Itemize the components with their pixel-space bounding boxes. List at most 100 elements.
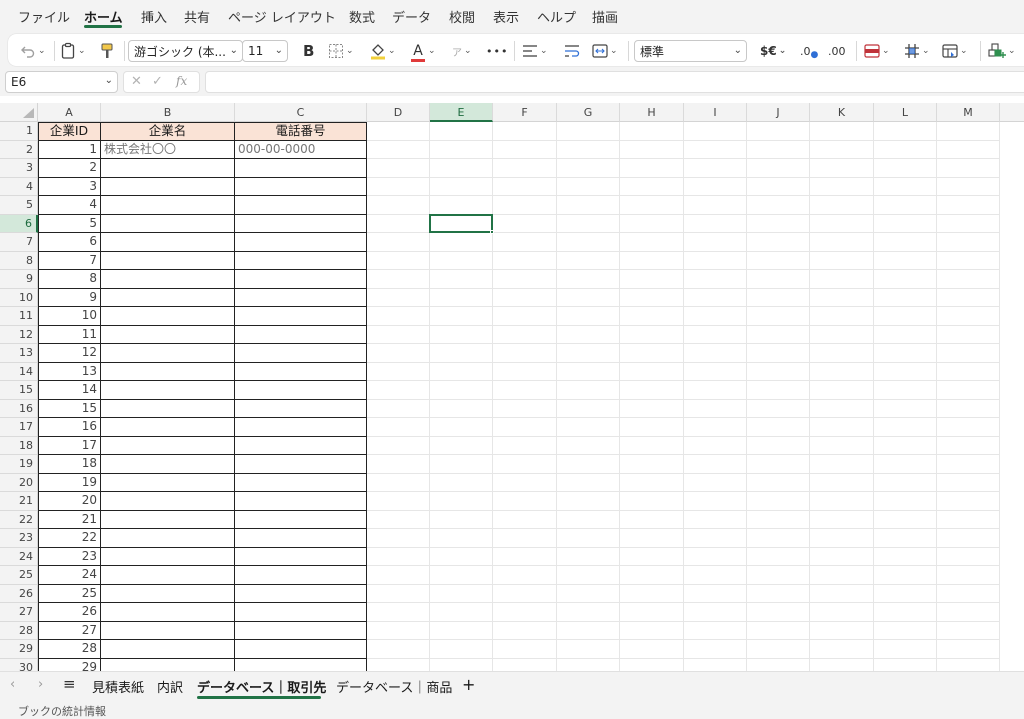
row-header[interactable]: 4 <box>0 177 38 196</box>
cell-h14[interactable] <box>620 362 684 381</box>
cell-d10[interactable] <box>367 288 430 307</box>
cell-a21[interactable]: 20 <box>38 492 101 511</box>
cell-k12[interactable] <box>810 325 874 344</box>
cell-l24[interactable] <box>874 547 937 566</box>
cell-e26[interactable] <box>430 584 493 603</box>
cell-h12[interactable] <box>620 325 684 344</box>
cell-g20[interactable] <box>557 473 620 492</box>
cell-h7[interactable] <box>620 233 684 252</box>
cell-f6[interactable] <box>493 214 557 233</box>
row-header[interactable]: 20 <box>0 473 38 492</box>
cell-e24[interactable] <box>430 547 493 566</box>
add-sheet-icon[interactable]: + <box>462 675 475 694</box>
cell-f30[interactable] <box>493 658 557 671</box>
format-painter-button[interactable] <box>100 41 114 61</box>
cell-f25[interactable] <box>493 566 557 585</box>
workbook-statistics[interactable]: ブックの統計情報 <box>18 703 106 719</box>
cell-d7[interactable] <box>367 233 430 252</box>
cell-i9[interactable] <box>684 270 747 289</box>
cell-k15[interactable] <box>810 381 874 400</box>
cell-e1[interactable] <box>430 122 493 141</box>
next-sheet-icon[interactable]: › <box>38 677 43 692</box>
cell-h27[interactable] <box>620 603 684 622</box>
cell-l28[interactable] <box>874 621 937 640</box>
cell-i25[interactable] <box>684 566 747 585</box>
cell-j8[interactable] <box>747 251 810 270</box>
cell-l25[interactable] <box>874 566 937 585</box>
row-header[interactable]: 2 <box>0 140 38 159</box>
cell-i16[interactable] <box>684 399 747 418</box>
row-header[interactable]: 11 <box>0 307 38 326</box>
cell-m20[interactable] <box>937 473 1000 492</box>
menu-tab-8[interactable]: 表示 <box>493 7 519 26</box>
cell-j20[interactable] <box>747 473 810 492</box>
cell-a5[interactable]: 4 <box>38 196 101 215</box>
cell-h24[interactable] <box>620 547 684 566</box>
cell-c15[interactable] <box>235 381 367 400</box>
cell-k4[interactable] <box>810 177 874 196</box>
cell-styles-button[interactable]: ⌄ <box>942 41 968 61</box>
cell-c24[interactable] <box>235 547 367 566</box>
cell-b14[interactable] <box>101 362 235 381</box>
cell-k22[interactable] <box>810 510 874 529</box>
cell-d30[interactable] <box>367 658 430 671</box>
cell-a28[interactable]: 27 <box>38 621 101 640</box>
cell-k30[interactable] <box>810 658 874 671</box>
cell-j9[interactable] <box>747 270 810 289</box>
menu-tab-10[interactable]: 描画 <box>592 7 618 26</box>
cell-h8[interactable] <box>620 251 684 270</box>
cell-j2[interactable] <box>747 140 810 159</box>
cell-d24[interactable] <box>367 547 430 566</box>
cell-j28[interactable] <box>747 621 810 640</box>
cell-c27[interactable] <box>235 603 367 622</box>
cell-e22[interactable] <box>430 510 493 529</box>
cell-a25[interactable]: 24 <box>38 566 101 585</box>
cell-h16[interactable] <box>620 399 684 418</box>
cell-g19[interactable] <box>557 455 620 474</box>
cell-l12[interactable] <box>874 325 937 344</box>
cell-c29[interactable] <box>235 640 367 659</box>
cell-a20[interactable]: 19 <box>38 473 101 492</box>
cell-d2[interactable] <box>367 140 430 159</box>
cell-e29[interactable] <box>430 640 493 659</box>
borders-button[interactable]: ⌄ <box>328 41 354 61</box>
cell-l27[interactable] <box>874 603 937 622</box>
cell-g16[interactable] <box>557 399 620 418</box>
cell-k24[interactable] <box>810 547 874 566</box>
currency-format-button[interactable]: $€ ⌄ <box>760 41 786 61</box>
menu-tab-3[interactable]: 共有 <box>184 7 210 26</box>
cell-d12[interactable] <box>367 325 430 344</box>
row-header[interactable]: 6 <box>0 214 38 233</box>
cell-h22[interactable] <box>620 510 684 529</box>
cell-f23[interactable] <box>493 529 557 548</box>
cell-b24[interactable] <box>101 547 235 566</box>
cell-l14[interactable] <box>874 362 937 381</box>
menu-tab-5[interactable]: 数式 <box>349 7 375 26</box>
cell-a23[interactable]: 22 <box>38 529 101 548</box>
cell-f15[interactable] <box>493 381 557 400</box>
cell-i15[interactable] <box>684 381 747 400</box>
cell-a16[interactable]: 15 <box>38 399 101 418</box>
font-name-dropdown[interactable]: 游ゴシック (本... ⌄ <box>128 40 243 62</box>
row-header[interactable]: 5 <box>0 196 38 215</box>
cell-j19[interactable] <box>747 455 810 474</box>
cell-k5[interactable] <box>810 196 874 215</box>
cell-h4[interactable] <box>620 177 684 196</box>
sheet-tab-database-products[interactable]: データベース｜商品 <box>336 677 452 696</box>
column-header-l[interactable]: L <box>874 103 937 122</box>
row-header[interactable]: 14 <box>0 362 38 381</box>
cell-h28[interactable] <box>620 621 684 640</box>
insert-function-icon[interactable]: fx <box>176 74 187 88</box>
cell-c21[interactable] <box>235 492 367 511</box>
decrease-decimal-button[interactable]: .00 <box>828 41 846 61</box>
cell-g17[interactable] <box>557 418 620 437</box>
cell-m16[interactable] <box>937 399 1000 418</box>
cell-k16[interactable] <box>810 399 874 418</box>
cell-k2[interactable] <box>810 140 874 159</box>
cell-l7[interactable] <box>874 233 937 252</box>
cell-d11[interactable] <box>367 307 430 326</box>
active-cell-selection[interactable] <box>429 213 493 233</box>
cell-m11[interactable] <box>937 307 1000 326</box>
cell-c19[interactable] <box>235 455 367 474</box>
column-header-i[interactable]: I <box>684 103 747 122</box>
